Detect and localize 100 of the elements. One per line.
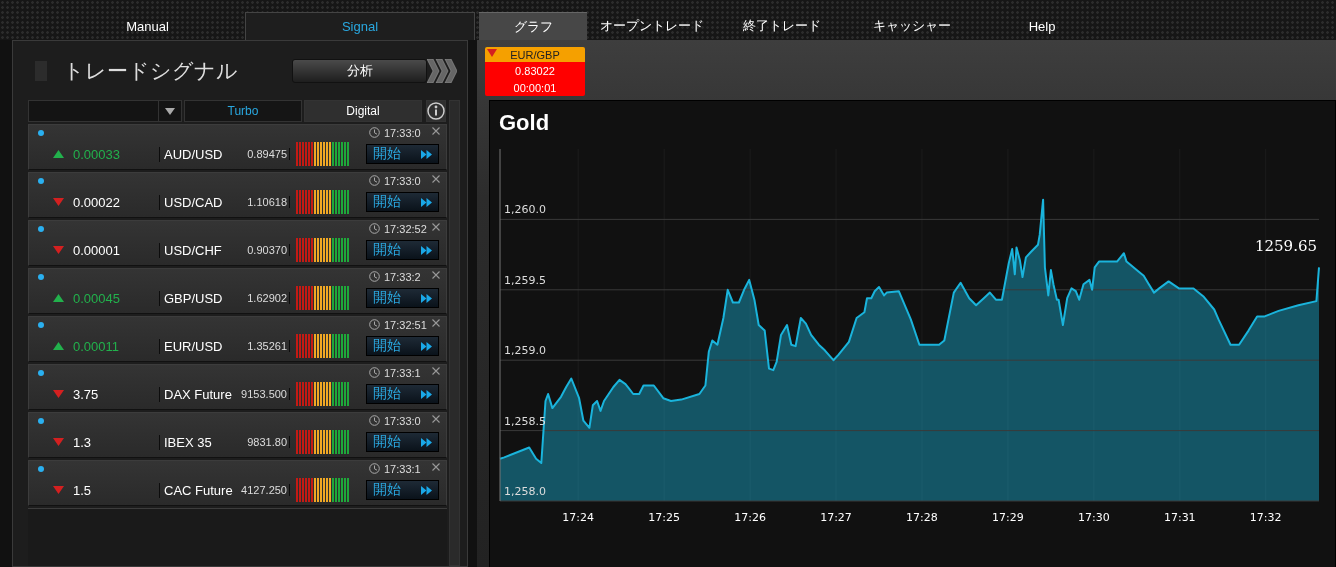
clock-icon <box>369 319 380 330</box>
change-value: 0.00001 <box>73 242 121 258</box>
change-value: 0.00022 <box>73 194 121 210</box>
strength-meter-drawing <box>296 430 350 454</box>
tab[interactable]: オープントレード <box>587 12 717 40</box>
panel-title: トレードシグナル <box>63 57 238 84</box>
instrument-name: USD/CHF <box>159 242 238 258</box>
signal-time: 17:33:1 <box>384 366 422 379</box>
instrument-name: GBP/USD <box>159 290 238 306</box>
start-button[interactable]: 開始 <box>366 144 439 164</box>
price-value: 9831.80 <box>238 436 290 448</box>
start-button[interactable]: 開始 <box>366 288 439 308</box>
change-value: 0.00011 <box>73 338 121 354</box>
instrument-name: USD/CAD <box>159 194 238 210</box>
axis-tick-label: 1,259.5 <box>504 273 546 287</box>
close-icon[interactable] <box>432 126 440 135</box>
axis-tick-label: 17:26 <box>734 511 766 524</box>
close-icon[interactable] <box>432 318 440 327</box>
status-dot-icon <box>38 465 44 472</box>
tab[interactable]: Help <box>977 12 1107 40</box>
axis-tick-label: 17:24 <box>562 511 595 524</box>
tab[interactable]: グラフ <box>479 12 587 40</box>
status-dot-icon <box>38 129 44 136</box>
start-button[interactable]: 開始 <box>366 480 439 500</box>
close-icon[interactable] <box>432 174 440 183</box>
signal-time: 17:32:52 <box>384 222 428 235</box>
fast-forward-icon <box>421 341 432 351</box>
instrument-name: DAX Future <box>159 386 238 402</box>
ticker-timer: 00:00:01 <box>513 81 557 94</box>
axis-tick-label: 17:25 <box>648 511 680 524</box>
axis-tick-label: 17:27 <box>820 511 852 524</box>
strength-meter-drawing <box>296 334 350 358</box>
status-dot-icon <box>38 225 44 232</box>
last-price-label: 1259.65 <box>1254 236 1317 255</box>
caret-icon <box>165 107 175 115</box>
analysis-button[interactable]: 分析 <box>292 58 427 83</box>
clock-icon <box>369 463 380 474</box>
start-button[interactable]: 開始 <box>366 192 439 212</box>
tab[interactable]: キャッシャー <box>847 12 977 40</box>
clock-icon <box>369 175 380 186</box>
axis-tick-label: 17:29 <box>992 511 1024 524</box>
start-button[interactable]: 開始 <box>366 432 439 452</box>
ticker-price: 0.83022 <box>515 64 555 77</box>
fast-forward-icon <box>421 245 432 255</box>
info-icon <box>427 102 445 120</box>
chevrons-icon <box>427 58 457 83</box>
strength-meter-drawing <box>296 238 350 262</box>
price-value: 4127.250 <box>238 484 290 496</box>
strength-meter-drawing <box>296 286 350 310</box>
clock-icon <box>369 127 380 138</box>
axis-tick-label: 17:32 <box>1249 511 1282 524</box>
clock-icon <box>369 271 380 282</box>
price-value: 1.35261 <box>238 340 290 352</box>
close-icon[interactable] <box>432 270 440 279</box>
change-value: 1.5 <box>73 482 93 498</box>
change-value: 0.00033 <box>73 146 121 162</box>
fast-forward-icon <box>421 197 432 207</box>
fast-forward-icon <box>421 293 432 303</box>
close-icon[interactable] <box>432 222 440 231</box>
axis-tick-label: 17:30 <box>1078 511 1110 524</box>
axis-tick-label: 1,260.0 <box>504 203 546 217</box>
strength-meter-drawing <box>296 142 350 166</box>
change-value: 0.00045 <box>73 290 121 306</box>
clock-icon <box>369 223 380 234</box>
start-button[interactable]: 開始 <box>366 336 439 356</box>
start-button[interactable]: 開始 <box>366 240 439 260</box>
close-icon[interactable] <box>432 414 440 423</box>
tab[interactable]: 終了トレード <box>717 12 847 40</box>
axis-tick-label: 1,258.0 <box>504 485 546 498</box>
axis-tick-label: 1,259.0 <box>504 344 546 358</box>
clock-icon <box>369 367 380 378</box>
fast-forward-icon <box>421 437 432 447</box>
signal-time: 17:33:2 <box>384 270 422 283</box>
status-dot-icon <box>38 369 44 376</box>
price-value: 1.10618 <box>238 196 290 208</box>
change-value: 3.75 <box>73 386 100 402</box>
tab[interactable]: Manual <box>50 12 245 40</box>
price-value: 0.89475 <box>238 148 290 160</box>
price-value: 9153.500 <box>238 388 290 400</box>
tab[interactable]: Turbo <box>184 100 302 122</box>
close-icon[interactable] <box>432 366 440 375</box>
price-value: 1.62902 <box>238 292 290 304</box>
strength-meter-drawing <box>296 382 350 406</box>
fast-forward-icon <box>421 149 432 159</box>
instrument-name: EUR/USD <box>159 338 238 354</box>
ticker-symbol: EUR/GBP <box>510 48 560 61</box>
info-button[interactable] <box>426 100 446 122</box>
scrollbar[interactable] <box>449 100 460 566</box>
fast-forward-icon <box>421 485 432 495</box>
close-icon[interactable] <box>432 462 440 471</box>
status-dot-icon <box>38 321 44 328</box>
signal-time: 17:32:51 <box>384 318 428 331</box>
start-button[interactable]: 開始 <box>366 384 439 404</box>
chart-title: Gold <box>498 109 551 137</box>
status-dot-icon <box>38 273 44 280</box>
signal-time: 17:33:0 <box>384 174 422 187</box>
signal-time: 17:33:0 <box>384 414 422 427</box>
axis-tick-label: 17:28 <box>906 511 938 524</box>
tab[interactable]: Digital <box>304 100 422 122</box>
tab[interactable]: Signal <box>245 12 475 40</box>
